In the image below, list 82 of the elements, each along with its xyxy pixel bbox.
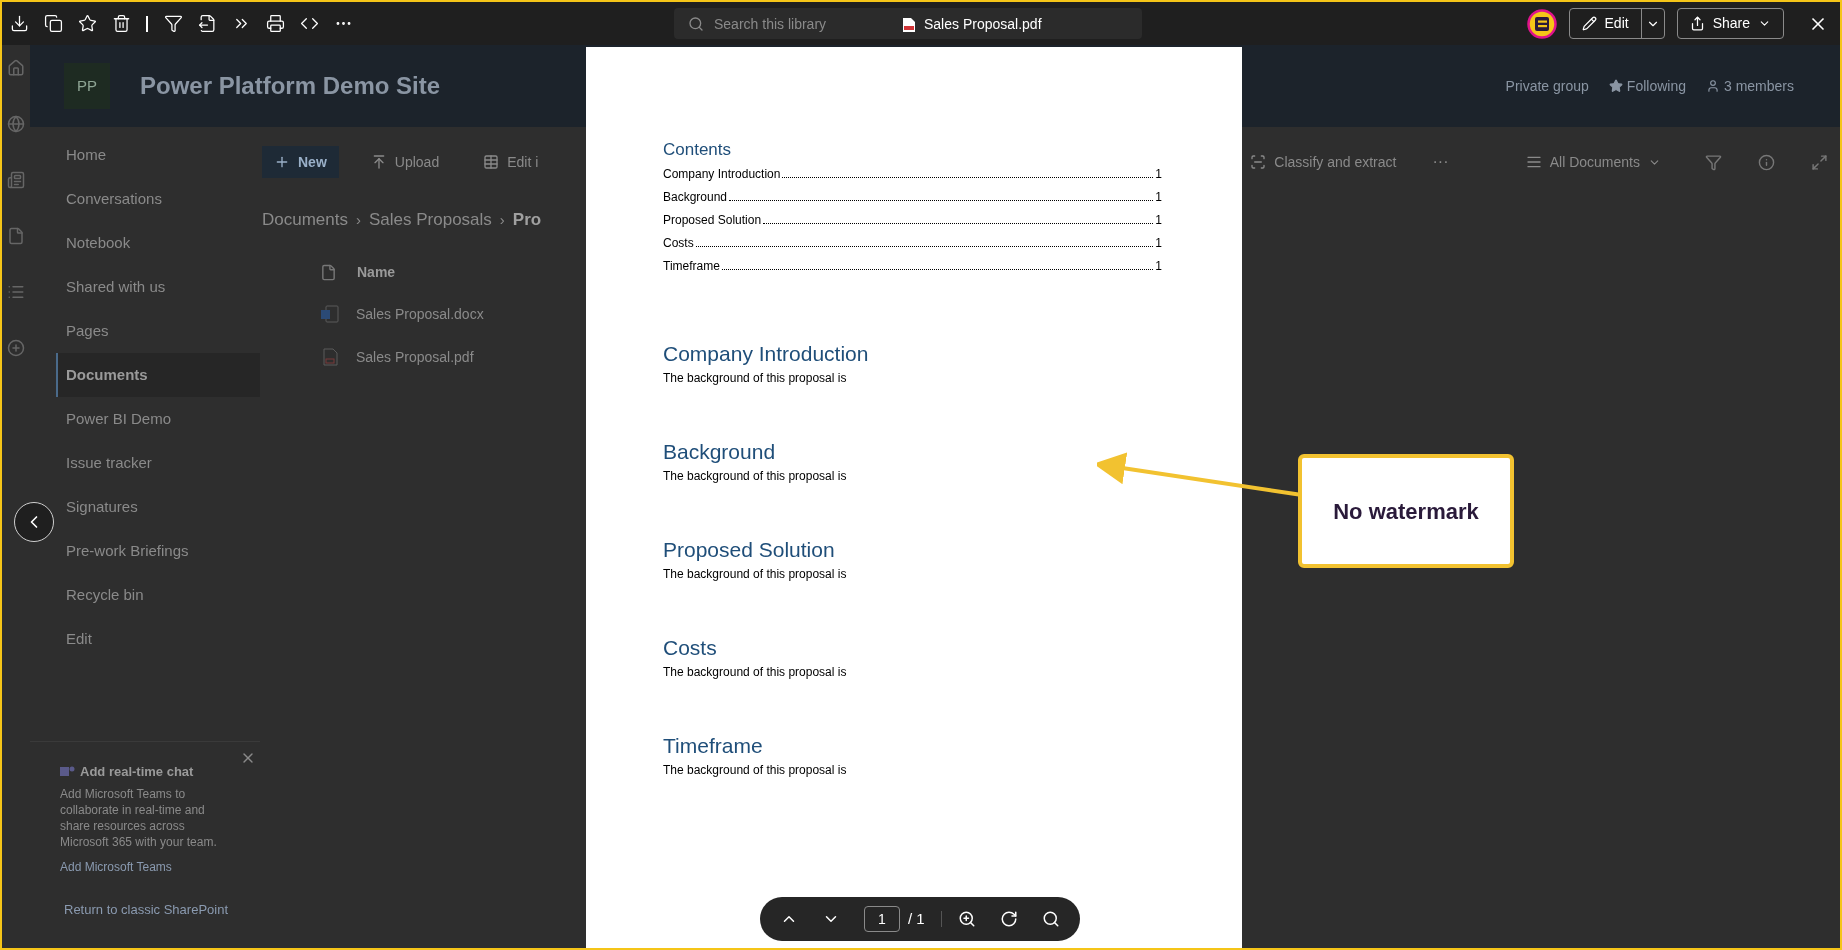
more-button[interactable]: ··· bbox=[1432, 150, 1449, 174]
file-type-icon bbox=[320, 264, 337, 281]
add-icon[interactable] bbox=[7, 339, 25, 357]
breadcrumb-item[interactable]: Documents bbox=[262, 207, 348, 233]
page-total: / 1 bbox=[908, 908, 925, 929]
section-text: The background of this proposal is bbox=[663, 468, 848, 485]
scan-icon bbox=[1250, 154, 1267, 170]
person-icon bbox=[1705, 79, 1720, 93]
section-heading: Proposed Solution bbox=[663, 537, 836, 563]
filter-icon[interactable] bbox=[1705, 153, 1722, 171]
nav-item[interactable]: Pages bbox=[56, 309, 260, 353]
section-heading: Timeframe bbox=[663, 733, 764, 759]
breadcrumb-item[interactable]: Pro bbox=[512, 207, 542, 233]
breadcrumb-separator: › bbox=[356, 209, 361, 230]
toc-entry[interactable]: Company Introduction 1 bbox=[663, 160, 1162, 183]
section-text: The background of this proposal is bbox=[663, 370, 848, 387]
file-name[interactable]: Sales Proposal.pdf bbox=[356, 346, 474, 368]
toc-entry[interactable]: Costs 1 bbox=[663, 229, 1162, 252]
site-meta: Private group bbox=[1505, 76, 1589, 96]
column-header[interactable]: Name bbox=[357, 262, 396, 283]
list-icon[interactable] bbox=[7, 283, 25, 301]
callout-text: No watermark bbox=[1333, 497, 1479, 526]
command-button[interactable]: New bbox=[262, 146, 339, 178]
section-text: The background of this proposal is bbox=[663, 664, 848, 681]
search-icon[interactable] bbox=[1041, 910, 1060, 928]
nav-item[interactable]: Signatures bbox=[56, 485, 260, 529]
add-teams-link[interactable]: Add Microsoft Teams bbox=[60, 857, 248, 876]
file-icon[interactable] bbox=[7, 227, 25, 245]
share-button[interactable]: Share bbox=[1676, 8, 1784, 39]
page-number-field[interactable]: 1 bbox=[864, 906, 900, 932]
breadcrumb-separator: › bbox=[499, 209, 505, 230]
file-name[interactable]: Sales Proposal.docx bbox=[356, 303, 484, 325]
contents-title: Contents bbox=[663, 140, 733, 160]
search-icon bbox=[688, 16, 704, 32]
rotate-icon[interactable] bbox=[999, 910, 1018, 928]
nav-item[interactable]: Issue tracker bbox=[56, 441, 260, 485]
breadcrumb-item[interactable]: Sales Proposals bbox=[369, 207, 492, 233]
globe-icon[interactable] bbox=[7, 115, 25, 133]
info-icon[interactable] bbox=[1758, 153, 1775, 171]
nav-item[interactable]: Documents bbox=[56, 353, 260, 397]
site-meta: 3 members bbox=[1723, 76, 1794, 96]
site-meta: Following bbox=[1626, 76, 1686, 96]
nav-item[interactable]: Power BI Demo bbox=[56, 397, 260, 441]
expand-icon[interactable] bbox=[1811, 153, 1828, 171]
home-icon[interactable] bbox=[7, 59, 25, 77]
logo-icon[interactable] bbox=[1526, 8, 1557, 39]
list-icon bbox=[1525, 154, 1542, 170]
nav-item[interactable]: Notebook bbox=[56, 221, 260, 265]
card-title: Add real-time chat bbox=[80, 763, 194, 781]
view-selector[interactable]: All Documents bbox=[1525, 151, 1661, 173]
teams-icon bbox=[60, 764, 76, 779]
site-logo: PP bbox=[64, 63, 110, 109]
toc-entry[interactable]: Proposed Solution 1 bbox=[663, 206, 1162, 229]
nav-item[interactable]: Home bbox=[56, 133, 260, 177]
section-heading: Background bbox=[663, 439, 777, 465]
command-button[interactable]: Upload bbox=[358, 146, 452, 178]
grid-icon bbox=[483, 154, 500, 170]
pdf-file-icon bbox=[320, 347, 340, 367]
section-heading: Company Introduction bbox=[663, 341, 870, 367]
classic-link[interactable]: Return to classic SharePoint bbox=[30, 899, 260, 919]
zoom-in-icon[interactable] bbox=[957, 910, 976, 928]
nav-item[interactable]: Edit bbox=[56, 617, 260, 661]
nav-item[interactable]: Pre-work Briefings bbox=[56, 529, 260, 573]
nav-item[interactable]: Recycle bin bbox=[56, 573, 260, 617]
news-icon[interactable] bbox=[7, 171, 25, 189]
command-button[interactable]: Edit i bbox=[471, 146, 551, 178]
nav-item[interactable]: Conversations bbox=[56, 177, 260, 221]
nav-item[interactable]: Shared with us bbox=[56, 265, 260, 309]
plus-icon bbox=[274, 154, 290, 170]
back-button[interactable] bbox=[14, 502, 54, 542]
section-text: The background of this proposal is bbox=[663, 762, 848, 779]
site-title: Power Platform Demo Site bbox=[140, 71, 441, 101]
share-icon bbox=[1689, 16, 1705, 31]
command-button[interactable]: Classify and extract bbox=[1250, 151, 1397, 173]
star-icon bbox=[1608, 79, 1623, 93]
section-text: The background of this proposal is bbox=[663, 566, 848, 583]
card-text: Add Microsoft Teams to collaborate in real-time and share resources across Microsoft 365 with your team. bbox=[60, 785, 218, 850]
pencil-icon bbox=[1581, 16, 1597, 31]
word-file-icon bbox=[320, 304, 340, 324]
toc-entry[interactable]: Timeframe 1 bbox=[663, 252, 1162, 275]
toc-entry[interactable]: Background 1 bbox=[663, 183, 1162, 206]
section-heading: Costs bbox=[663, 635, 718, 661]
